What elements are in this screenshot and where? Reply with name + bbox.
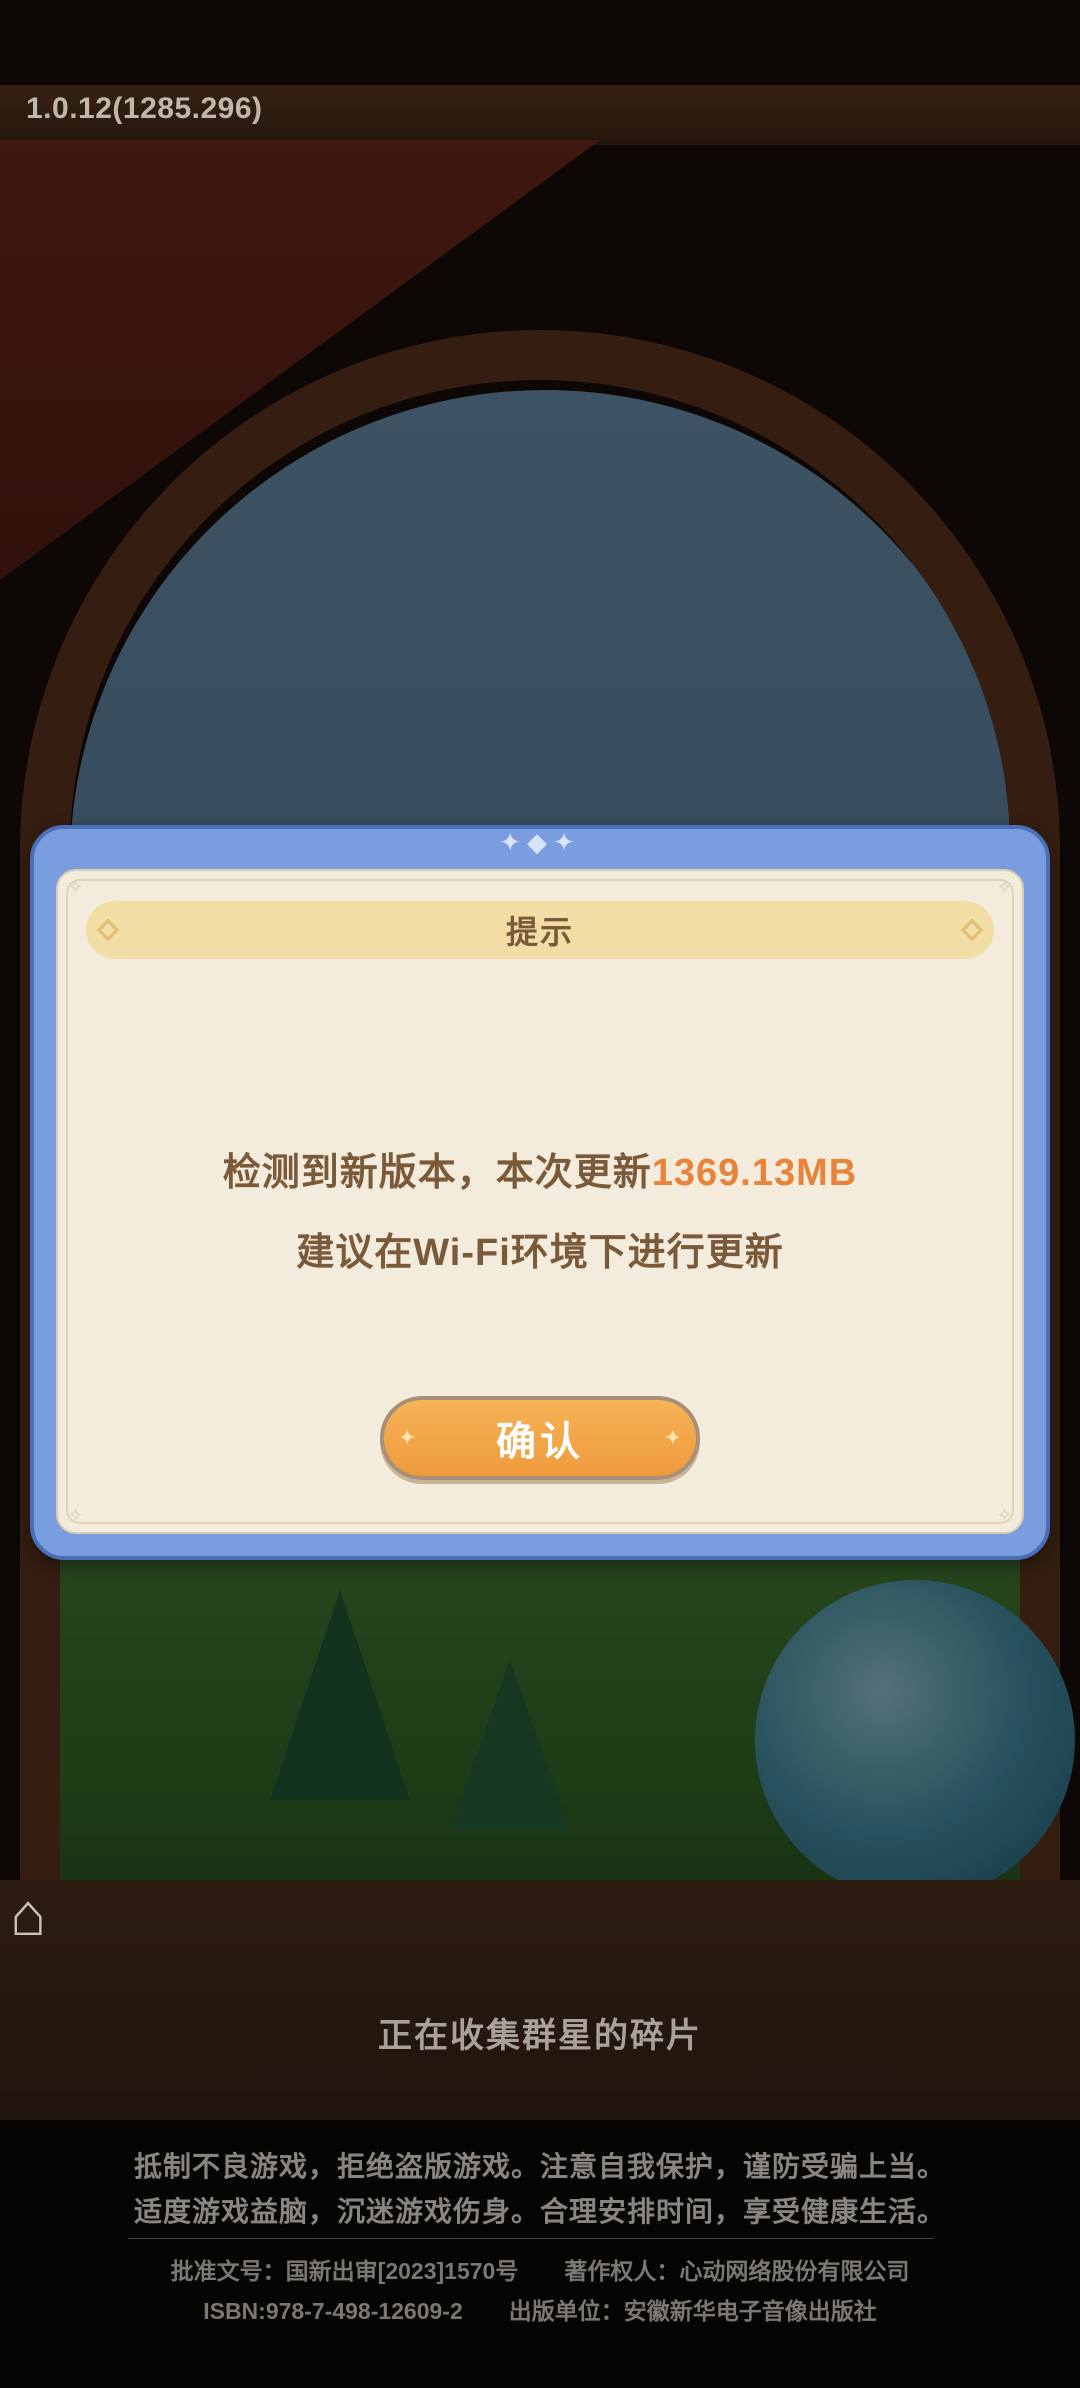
health-notice-line2: 适度游戏益脑，沉迷游戏伤身。合理安排时间，享受健康生活。 bbox=[133, 2196, 946, 2227]
update-dialog: ✦◆✦ ✧ ✧ ✧ ✧ 提示 检测到新版本，本次更新1369.13MB 建议在W… bbox=[30, 825, 1050, 1560]
approval-number: 批准文号：国新出审[2023]1570号 bbox=[170, 2258, 519, 2284]
sparkle-icon: ✦ bbox=[663, 1425, 682, 1450]
dialog-title: 提示 bbox=[505, 914, 574, 950]
dialog-title-bar: 提示 bbox=[86, 901, 994, 959]
corner-ornament-icon: ✧ bbox=[68, 877, 84, 897]
legal-line2: ISBN:978-7-498-12609-2 出版单位：安徽新华电子音像出版社 bbox=[0, 2292, 1080, 2326]
health-notice-line1: 抵制不良游戏，拒绝盗版游戏。注意自我保护，谨防受骗上当。 bbox=[133, 2151, 946, 2182]
diamond-icon bbox=[96, 918, 120, 942]
copyright-owner: 著作权人：心动网络股份有限公司 bbox=[564, 2258, 910, 2284]
update-message: 检测到新版本，本次更新1369.13MB bbox=[58, 1141, 1022, 1196]
mascot-icon: ⌂ bbox=[10, 1881, 47, 1948]
update-size: 1369.13MB bbox=[651, 1152, 858, 1194]
update-message-prefix: 检测到新版本，本次更新 bbox=[222, 1152, 652, 1194]
confirm-button[interactable]: ✦ 确认 ✦ bbox=[380, 1396, 700, 1480]
isbn: ISBN:978-7-498-12609-2 bbox=[203, 2298, 463, 2324]
legal-line1: 批准文号：国新出审[2023]1570号 著作权人：心动网络股份有限公司 bbox=[0, 2252, 1080, 2286]
corner-ornament-icon: ✧ bbox=[68, 1505, 84, 1525]
gem-decoration-icon: ✦◆✦ bbox=[499, 827, 581, 857]
confirm-button-label: 确认 bbox=[496, 1420, 584, 1464]
version-label: 1.0.12(1285.296) bbox=[26, 92, 263, 125]
diamond-icon bbox=[960, 918, 984, 942]
corner-ornament-icon: ✧ bbox=[996, 1505, 1012, 1525]
corner-ornament-icon: ✧ bbox=[996, 877, 1012, 897]
wifi-suggestion: 建议在Wi-Fi环境下进行更新 bbox=[296, 1232, 784, 1274]
publisher: 出版单位：安徽新华电子音像出版社 bbox=[508, 2298, 877, 2324]
loading-text: 正在收集群星的碎片 bbox=[378, 2017, 702, 2055]
sparkle-icon: ✦ bbox=[398, 1425, 417, 1450]
divider bbox=[128, 2238, 934, 2239]
dialog-body: ✧ ✧ ✧ ✧ 提示 检测到新版本，本次更新1369.13MB 建议在Wi-Fi… bbox=[56, 869, 1024, 1534]
